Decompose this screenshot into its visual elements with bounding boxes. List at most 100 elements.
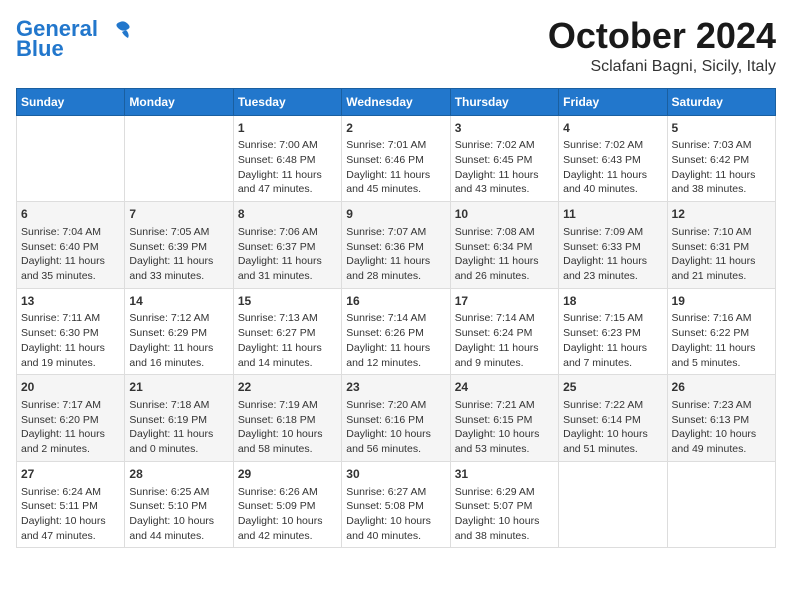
day-content: Sunrise: 7:10 AM Sunset: 6:31 PM Dayligh… [672, 225, 771, 284]
day-number: 22 [238, 379, 337, 396]
day-number: 18 [563, 293, 662, 310]
calendar-table: SundayMondayTuesdayWednesdayThursdayFrid… [16, 88, 776, 549]
day-content: Sunrise: 7:14 AM Sunset: 6:24 PM Dayligh… [455, 311, 554, 370]
day-content: Sunrise: 7:16 AM Sunset: 6:22 PM Dayligh… [672, 311, 771, 370]
calendar-cell: 31Sunrise: 6:29 AM Sunset: 5:07 PM Dayli… [450, 461, 558, 548]
calendar-cell: 5Sunrise: 7:03 AM Sunset: 6:42 PM Daylig… [667, 115, 775, 202]
day-content: Sunrise: 7:11 AM Sunset: 6:30 PM Dayligh… [21, 311, 120, 370]
calendar-cell: 2Sunrise: 7:01 AM Sunset: 6:46 PM Daylig… [342, 115, 450, 202]
calendar-cell: 30Sunrise: 6:27 AM Sunset: 5:08 PM Dayli… [342, 461, 450, 548]
calendar-cell [125, 115, 233, 202]
day-content: Sunrise: 7:18 AM Sunset: 6:19 PM Dayligh… [129, 398, 228, 457]
page-header: General Blue October 2024 Sclafani Bagni… [16, 16, 776, 76]
calendar-cell [667, 461, 775, 548]
title-area: October 2024 Sclafani Bagni, Sicily, Ita… [548, 16, 776, 76]
day-content: Sunrise: 7:19 AM Sunset: 6:18 PM Dayligh… [238, 398, 337, 457]
weekday-header-tuesday: Tuesday [233, 88, 341, 115]
day-number: 29 [238, 466, 337, 483]
day-number: 10 [455, 206, 554, 223]
calendar-cell: 3Sunrise: 7:02 AM Sunset: 6:45 PM Daylig… [450, 115, 558, 202]
calendar-cell: 11 Sunrise: 7:09 AM Sunset: 6:33 PM Dayli… [559, 202, 667, 289]
day-content: Sunrise: 7:21 AM Sunset: 6:15 PM Dayligh… [455, 398, 554, 457]
logo-bird-icon [106, 20, 134, 40]
day-number: 16 [346, 293, 445, 310]
day-content: Sunrise: 7:08 AM Sunset: 6:34 PM Dayligh… [455, 225, 554, 284]
day-number: 26 [672, 379, 771, 396]
day-number: 21 [129, 379, 228, 396]
calendar-cell: 28Sunrise: 6:25 AM Sunset: 5:10 PM Dayli… [125, 461, 233, 548]
day-number: 23 [346, 379, 445, 396]
calendar-cell: 10 Sunrise: 7:08 AM Sunset: 6:34 PM Dayli… [450, 202, 558, 289]
day-number: 6 [21, 206, 120, 223]
day-number: 12 [672, 206, 771, 223]
calendar-cell [17, 115, 125, 202]
day-number: 8 [238, 206, 337, 223]
day-content: Sunrise: 7:13 AM Sunset: 6:27 PM Dayligh… [238, 311, 337, 370]
calendar-week-row: 6 Sunrise: 7:04 AM Sunset: 6:40 PM Daylig… [17, 202, 776, 289]
day-number: 1 [238, 120, 337, 137]
day-number: 14 [129, 293, 228, 310]
day-number: 4 [563, 120, 662, 137]
location-title: Sclafani Bagni, Sicily, Italy [548, 58, 776, 76]
day-content: Sunrise: 7:12 AM Sunset: 6:29 PM Dayligh… [129, 311, 228, 370]
day-content: Sunrise: 6:29 AM Sunset: 5:07 PM Dayligh… [455, 485, 554, 544]
logo-blue-text: Blue [16, 38, 64, 60]
calendar-cell: 22 Sunrise: 7:19 AM Sunset: 6:18 PM Dayli… [233, 375, 341, 462]
day-number: 7 [129, 206, 228, 223]
day-number: 15 [238, 293, 337, 310]
day-content: Sunrise: 7:17 AM Sunset: 6:20 PM Dayligh… [21, 398, 120, 457]
calendar-cell: 20Sunrise: 7:17 AM Sunset: 6:20 PM Dayli… [17, 375, 125, 462]
day-content: Sunrise: 7:02 AM Sunset: 6:43 PM Dayligh… [563, 138, 662, 197]
calendar-cell: 7 Sunrise: 7:05 AM Sunset: 6:39 PM Daylig… [125, 202, 233, 289]
day-content: Sunrise: 7:05 AM Sunset: 6:39 PM Dayligh… [129, 225, 228, 284]
day-content: Sunrise: 7:14 AM Sunset: 6:26 PM Dayligh… [346, 311, 445, 370]
day-number: 2 [346, 120, 445, 137]
calendar-cell: 6 Sunrise: 7:04 AM Sunset: 6:40 PM Daylig… [17, 202, 125, 289]
month-title: October 2024 [548, 16, 776, 56]
calendar-cell: 13Sunrise: 7:11 AM Sunset: 6:30 PM Dayli… [17, 288, 125, 375]
day-content: Sunrise: 6:24 AM Sunset: 5:11 PM Dayligh… [21, 485, 120, 544]
day-content: Sunrise: 7:01 AM Sunset: 6:46 PM Dayligh… [346, 138, 445, 197]
calendar-week-row: 27 Sunrise: 6:24 AM Sunset: 5:11 PM Dayli… [17, 461, 776, 548]
day-number: 13 [21, 293, 120, 310]
calendar-cell: 18Sunrise: 7:15 AM Sunset: 6:23 PM Dayli… [559, 288, 667, 375]
day-number: 30 [346, 466, 445, 483]
calendar-cell: 16Sunrise: 7:14 AM Sunset: 6:26 PM Dayli… [342, 288, 450, 375]
weekday-header-thursday: Thursday [450, 88, 558, 115]
calendar-cell: 27 Sunrise: 6:24 AM Sunset: 5:11 PM Dayli… [17, 461, 125, 548]
calendar-cell: 24 Sunrise: 7:21 AM Sunset: 6:15 PM Dayli… [450, 375, 558, 462]
calendar-cell: 23 Sunrise: 7:20 AM Sunset: 6:16 PM Dayli… [342, 375, 450, 462]
day-content: Sunrise: 7:22 AM Sunset: 6:14 PM Dayligh… [563, 398, 662, 457]
calendar-cell: 9Sunrise: 7:07 AM Sunset: 6:36 PM Daylig… [342, 202, 450, 289]
calendar-cell: 21 Sunrise: 7:18 AM Sunset: 6:19 PM Dayli… [125, 375, 233, 462]
day-content: Sunrise: 7:06 AM Sunset: 6:37 PM Dayligh… [238, 225, 337, 284]
day-number: 11 [563, 206, 662, 223]
day-number: 9 [346, 206, 445, 223]
day-content: Sunrise: 7:09 AM Sunset: 6:33 PM Dayligh… [563, 225, 662, 284]
weekday-header-monday: Monday [125, 88, 233, 115]
day-content: Sunrise: 7:02 AM Sunset: 6:45 PM Dayligh… [455, 138, 554, 197]
day-number: 27 [21, 466, 120, 483]
day-number: 3 [455, 120, 554, 137]
day-content: Sunrise: 7:04 AM Sunset: 6:40 PM Dayligh… [21, 225, 120, 284]
calendar-week-row: 1Sunrise: 7:00 AM Sunset: 6:48 PM Daylig… [17, 115, 776, 202]
calendar-week-row: 13Sunrise: 7:11 AM Sunset: 6:30 PM Dayli… [17, 288, 776, 375]
calendar-week-row: 20Sunrise: 7:17 AM Sunset: 6:20 PM Dayli… [17, 375, 776, 462]
calendar-cell: 15Sunrise: 7:13 AM Sunset: 6:27 PM Dayli… [233, 288, 341, 375]
weekday-header-wednesday: Wednesday [342, 88, 450, 115]
calendar-cell: 17Sunrise: 7:14 AM Sunset: 6:24 PM Dayli… [450, 288, 558, 375]
calendar-cell: 14Sunrise: 7:12 AM Sunset: 6:29 PM Dayli… [125, 288, 233, 375]
day-number: 25 [563, 379, 662, 396]
calendar-cell [559, 461, 667, 548]
day-number: 24 [455, 379, 554, 396]
day-number: 19 [672, 293, 771, 310]
calendar-cell: 12 Sunrise: 7:10 AM Sunset: 6:31 PM Dayli… [667, 202, 775, 289]
day-content: Sunrise: 7:20 AM Sunset: 6:16 PM Dayligh… [346, 398, 445, 457]
day-content: Sunrise: 7:15 AM Sunset: 6:23 PM Dayligh… [563, 311, 662, 370]
weekday-header-row: SundayMondayTuesdayWednesdayThursdayFrid… [17, 88, 776, 115]
day-number: 5 [672, 120, 771, 137]
day-number: 17 [455, 293, 554, 310]
calendar-cell: 1Sunrise: 7:00 AM Sunset: 6:48 PM Daylig… [233, 115, 341, 202]
weekday-header-friday: Friday [559, 88, 667, 115]
calendar-cell: 29Sunrise: 6:26 AM Sunset: 5:09 PM Dayli… [233, 461, 341, 548]
